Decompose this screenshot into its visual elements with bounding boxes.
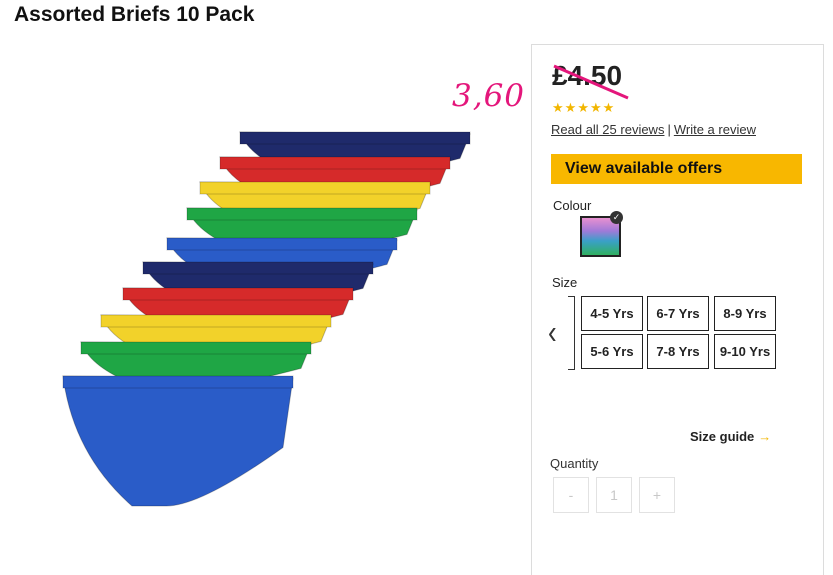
size-guide-label: Size guide <box>690 429 755 444</box>
write-review-link[interactable]: Write a review <box>674 122 756 137</box>
size-option[interactable]: 8-9 Yrs <box>714 296 776 331</box>
size-option[interactable]: 9-10 Yrs <box>714 334 776 369</box>
size-option[interactable]: 6-7 Yrs <box>647 296 709 331</box>
size-option[interactable]: 7-8 Yrs <box>647 334 709 369</box>
star-icon: ★ <box>577 100 589 115</box>
star-icon: ★ <box>564 100 577 115</box>
size-label: Size <box>552 275 578 290</box>
size-carousel-bracket <box>568 296 575 370</box>
colour-label: Colour <box>553 198 592 213</box>
star-icon: ★ <box>552 100 564 115</box>
product-title: Assorted Briefs 10 Pack <box>14 3 255 26</box>
size-guide-link[interactable]: Size guide → <box>690 429 771 444</box>
handwritten-price: 3,60 <box>452 78 526 114</box>
arrow-right-icon: → <box>758 429 772 444</box>
size-option[interactable]: 4-5 Yrs <box>581 296 643 331</box>
quantity-input[interactable]: 1 <box>596 477 632 513</box>
read-reviews-link[interactable]: Read all 25 reviews <box>551 122 664 137</box>
product-image <box>62 131 471 507</box>
price: £4.50 <box>552 60 623 91</box>
quantity-label: Quantity <box>550 456 599 471</box>
view-offers-button[interactable]: View available offers <box>551 154 802 184</box>
check-icon: ✓ <box>610 211 623 224</box>
star-icon: ★ <box>589 100 602 115</box>
star-icon: ★ <box>602 100 615 115</box>
reviews-links: Read all 25 reviews | Write a review <box>551 122 756 137</box>
rating-stars: ★ ★ ★ ★ ★ <box>552 101 614 114</box>
quantity-decrease-button[interactable]: - <box>553 477 589 513</box>
chevron-left-icon[interactable]: ‹ <box>548 315 557 349</box>
size-option[interactable]: 5-6 Yrs <box>581 334 643 369</box>
quantity-increase-button[interactable]: + <box>639 477 675 513</box>
reviews-separator: | <box>667 122 671 137</box>
